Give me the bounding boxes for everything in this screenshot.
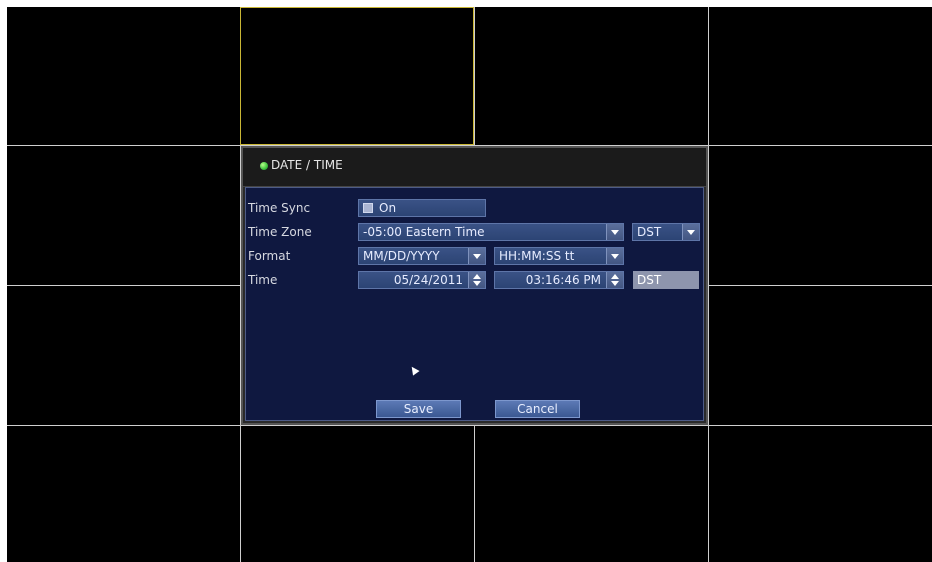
selected-camera-cell[interactable]: [240, 7, 474, 145]
save-button[interactable]: Save: [376, 400, 461, 418]
chevron-down-icon[interactable]: [682, 224, 699, 240]
chevron-down-icon[interactable]: [606, 248, 623, 264]
time-value: 03:16:46 PM: [525, 273, 601, 287]
date-format-select[interactable]: MM/DD/YYYY: [358, 247, 486, 265]
dialog-titlebar: DATE / TIME: [243, 148, 706, 187]
time-zone-select[interactable]: -05:00 Eastern Time: [358, 223, 624, 241]
spinner-arrows-icon[interactable]: [468, 272, 485, 288]
dst-select[interactable]: DST: [632, 223, 700, 241]
date-format-value: MM/DD/YYYY: [363, 249, 440, 263]
date-spinner[interactable]: 05/24/2011: [358, 271, 486, 289]
dialog-title: DATE / TIME: [271, 158, 343, 172]
time-sync-value: On: [379, 201, 397, 215]
cancel-button[interactable]: Cancel: [495, 400, 580, 418]
grid-divider-h3: [7, 425, 932, 426]
time-spinner[interactable]: 03:16:46 PM: [494, 271, 624, 289]
dst-select-value: DST: [637, 225, 662, 239]
status-dot-icon: [260, 162, 268, 170]
time-zone-label: Time Zone: [248, 225, 312, 239]
time-format-value: HH:MM:SS tt: [499, 249, 575, 263]
date-value: 05/24/2011: [393, 273, 463, 287]
spinner-arrows-icon[interactable]: [606, 272, 623, 288]
chevron-down-icon[interactable]: [468, 248, 485, 264]
time-format-select[interactable]: HH:MM:SS tt: [494, 247, 624, 265]
checkbox-icon: [363, 203, 373, 213]
dst-indicator: DST: [633, 271, 699, 289]
time-sync-checkbox[interactable]: On: [358, 199, 486, 217]
chevron-down-icon[interactable]: [606, 224, 623, 240]
format-label: Format: [248, 249, 291, 263]
time-zone-value: -05:00 Eastern Time: [363, 225, 485, 239]
time-sync-label: Time Sync: [248, 201, 311, 215]
time-label: Time: [248, 273, 278, 287]
